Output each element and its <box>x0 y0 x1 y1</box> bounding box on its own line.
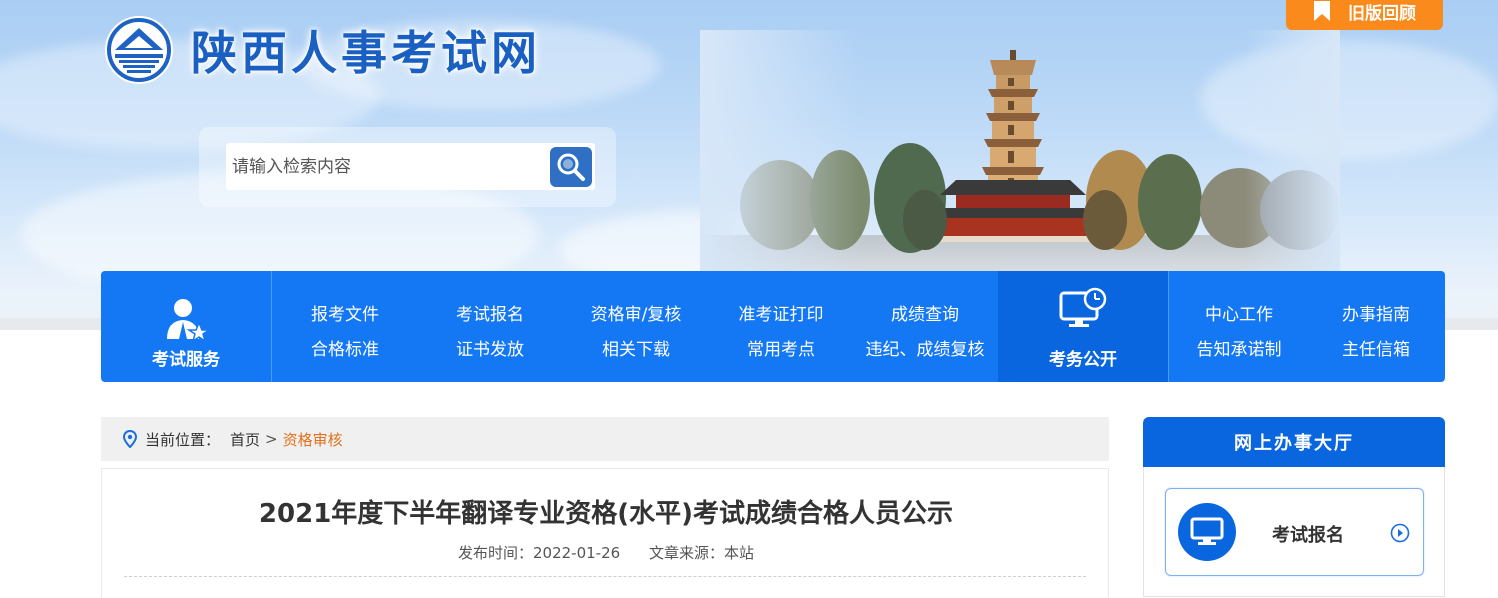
exam-service-icon <box>167 299 209 341</box>
monitor-icon <box>1190 517 1224 545</box>
nav-link-director-mailbox[interactable]: 主任信箱 <box>1342 335 1410 360</box>
nav-link-pass-standard[interactable]: 合格标准 <box>311 335 379 360</box>
nav-link-qualification-review[interactable]: 资格审/复核 <box>591 300 682 325</box>
publish-date: 发布时间：2022-01-26 <box>458 544 621 562</box>
nav-divider <box>1168 271 1169 382</box>
monitor-clock-icon <box>1059 287 1107 327</box>
nav-link-notification-commitment[interactable]: 告知承诺制 <box>1197 335 1282 360</box>
nav-divider <box>271 271 272 382</box>
nav-link-center-work[interactable]: 中心工作 <box>1205 300 1273 325</box>
breadcrumb-separator: > <box>265 430 278 448</box>
article-panel: 2021年度下半年翻译专业资格(水平)考试成绩合格人员公示 发布时间：2022-… <box>101 468 1109 598</box>
site-logo[interactable]: 陕西人事考试网 <box>101 16 541 84</box>
article-title: 2021年度下半年翻译专业资格(水平)考试成绩合格人员公示 <box>258 499 954 529</box>
online-service-hall-header: 网上办事大厅 <box>1143 417 1445 467</box>
pagoda-scene-image <box>700 30 1340 290</box>
nav-section-exam-public[interactable]: 考务公开 <box>998 271 1168 382</box>
nav-link-certificate-issue[interactable]: 证书发放 <box>456 335 524 360</box>
exam-registration-card[interactable]: 考试报名 <box>1165 488 1424 576</box>
logo-emblem-icon <box>105 16 173 84</box>
nav-link-apply-documents[interactable]: 报考文件 <box>311 300 379 325</box>
breadcrumb-label: 当前位置： <box>145 430 221 449</box>
search-input[interactable] <box>226 143 595 190</box>
old-version-button[interactable]: 旧版回顾 <box>1286 0 1443 30</box>
nav-link-admission-ticket[interactable]: 准考证打印 <box>739 300 824 325</box>
exam-registration-label: 考试报名 <box>1272 525 1344 546</box>
exam-service-title: 考试服务 <box>152 350 220 370</box>
breadcrumb: 当前位置： 首页 > 资格审核 <box>101 417 1109 461</box>
monitor-icon-circle <box>1178 503 1236 561</box>
search-button[interactable] <box>550 147 592 187</box>
exam-public-title: 考务公开 <box>1049 350 1117 370</box>
location-pin-icon <box>123 430 137 448</box>
site-title: 陕西人事考试网 <box>191 26 541 80</box>
nav-link-exam-registration[interactable]: 考试报名 <box>456 300 524 325</box>
nav-link-test-centers[interactable]: 常用考点 <box>747 335 815 360</box>
breadcrumb-home-link[interactable]: 首页 <box>230 429 260 450</box>
meta-divider <box>124 576 1086 577</box>
arrow-right-circle-icon <box>1390 523 1410 543</box>
article-source: 文章来源：本站 <box>648 544 754 562</box>
nav-link-downloads[interactable]: 相关下载 <box>602 335 670 360</box>
nav-section-exam-service[interactable]: 考试服务 <box>101 271 271 382</box>
main-nav: 考试服务 报考文件 考试报名 资格审/复核 准考证打印 成绩查询 合格标准 证书… <box>101 271 1445 382</box>
nav-link-score-query[interactable]: 成绩查询 <box>891 300 959 325</box>
bookmark-icon <box>1314 1 1330 21</box>
nav-link-service-guide[interactable]: 办事指南 <box>1342 300 1410 325</box>
old-version-label: 旧版回顾 <box>1348 3 1416 24</box>
search-icon <box>557 153 585 181</box>
nav-link-violation-score-review[interactable]: 违纪、成绩复核 <box>866 335 985 360</box>
article-meta: 发布时间：2022-01-26 文章来源：本站 <box>102 542 1110 563</box>
breadcrumb-current-link[interactable]: 资格审核 <box>283 429 343 450</box>
